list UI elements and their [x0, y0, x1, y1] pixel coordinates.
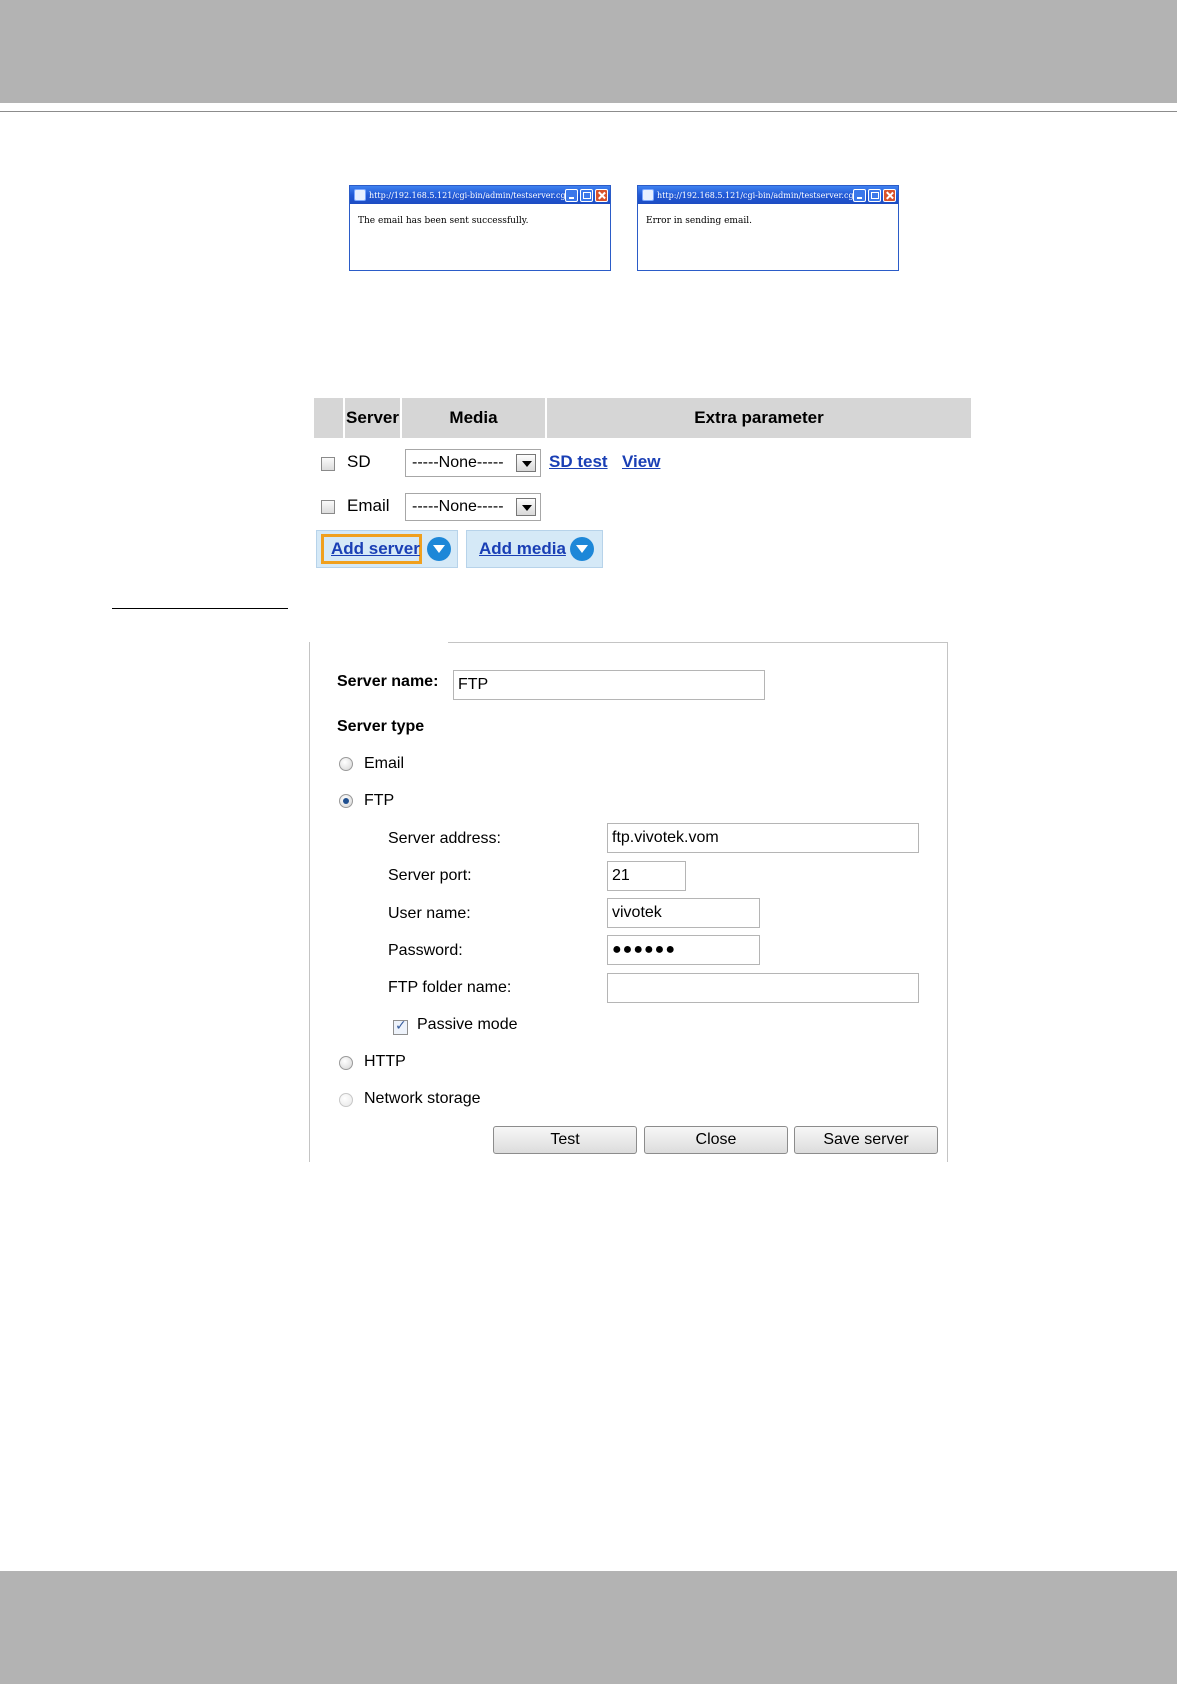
minimize-icon[interactable] — [565, 188, 578, 202]
media-select-email[interactable]: -----None----- — [405, 493, 541, 521]
server-port-input[interactable]: 21 — [607, 861, 686, 891]
radio-http[interactable] — [339, 1056, 353, 1070]
radio-ftp-label: FTP — [364, 792, 395, 809]
row-server-email: Email — [347, 496, 390, 515]
chevron-down-icon[interactable] — [516, 454, 536, 472]
header-checkbox-col — [314, 398, 343, 438]
ftp-folder-label: FTP folder name: — [388, 979, 512, 996]
sd-test-link[interactable]: SD test — [549, 452, 608, 472]
header-media: Media — [402, 398, 545, 438]
radio-email[interactable] — [339, 757, 353, 771]
section-underline — [112, 608, 288, 609]
maximize-icon[interactable] — [868, 188, 881, 202]
radio-network-storage-label: Network storage — [364, 1090, 481, 1107]
row-server-sd: SD — [347, 452, 371, 471]
popup-titlebar: http://192.168.5.121/cgi-bin/admin/tests… — [350, 186, 610, 204]
popup-title: http://192.168.5.121/cgi-bin/admin/tests… — [369, 190, 565, 200]
save-server-button[interactable]: Save server — [794, 1126, 938, 1154]
maximize-icon[interactable] — [580, 188, 593, 202]
password-input[interactable]: ●●●●●● — [607, 935, 760, 965]
popup-email-success: http://192.168.5.121/cgi-bin/admin/tests… — [349, 185, 611, 271]
page-header-band — [0, 0, 1191, 103]
page-footer-band — [0, 1571, 1191, 1684]
popup-email-error: http://192.168.5.121/cgi-bin/admin/tests… — [637, 185, 899, 271]
radio-email-label: Email — [364, 755, 405, 772]
passive-mode-label: Passive mode — [417, 1016, 518, 1033]
popup-message: Error in sending email. — [646, 216, 752, 226]
close-button[interactable]: Close — [644, 1126, 788, 1154]
header-rule — [0, 111, 1191, 112]
add-server-link[interactable]: Add server — [331, 539, 420, 559]
radio-ftp[interactable] — [339, 794, 353, 808]
server-address-input[interactable]: ftp.vivotek.vom — [607, 823, 919, 853]
row-checkbox-email[interactable] — [321, 500, 335, 514]
media-select-sd[interactable]: -----None----- — [405, 449, 541, 477]
add-media-link[interactable]: Add media — [479, 539, 566, 559]
media-select-value: -----None----- — [412, 454, 504, 471]
server-port-label: Server port: — [388, 867, 472, 884]
row-checkbox-sd[interactable] — [321, 457, 335, 471]
media-select-value: -----None----- — [412, 498, 504, 515]
passive-mode-checkbox[interactable] — [393, 1018, 408, 1035]
browser-icon — [642, 189, 654, 201]
popup-message: The email has been sent successfully. — [358, 216, 529, 226]
panel-border-gap — [310, 641, 448, 644]
add-server-box[interactable]: Add server — [316, 530, 458, 568]
browser-icon — [354, 189, 366, 201]
server-address-label: Server address: — [388, 830, 501, 847]
header-server: Server — [345, 398, 400, 438]
server-name-input[interactable]: FTP — [453, 670, 765, 700]
minimize-icon[interactable] — [853, 188, 866, 202]
user-name-input[interactable]: vivotek — [607, 898, 760, 928]
page-edge — [1177, 0, 1191, 1684]
add-media-box[interactable]: Add media — [466, 530, 603, 568]
chevron-down-icon[interactable] — [570, 537, 594, 561]
radio-network-storage[interactable] — [339, 1093, 353, 1107]
radio-http-label: HTTP — [364, 1053, 406, 1070]
close-icon[interactable] — [883, 188, 896, 202]
chevron-down-icon[interactable] — [427, 537, 451, 561]
ftp-folder-input[interactable] — [607, 973, 919, 1003]
close-icon[interactable] — [595, 188, 608, 202]
user-name-label: User name: — [388, 905, 471, 922]
view-link[interactable]: View — [622, 452, 660, 472]
popup-title: http://192.168.5.121/cgi-bin/admin/tests… — [657, 190, 853, 200]
password-label: Password: — [388, 942, 463, 959]
header-extra-parameter: Extra parameter — [547, 398, 971, 438]
chevron-down-icon[interactable] — [516, 498, 536, 516]
server-type-label: Server type — [337, 718, 425, 735]
test-button[interactable]: Test — [493, 1126, 637, 1154]
popup-titlebar: http://192.168.5.121/cgi-bin/admin/tests… — [638, 186, 898, 204]
server-name-label: Server name: — [337, 673, 439, 690]
